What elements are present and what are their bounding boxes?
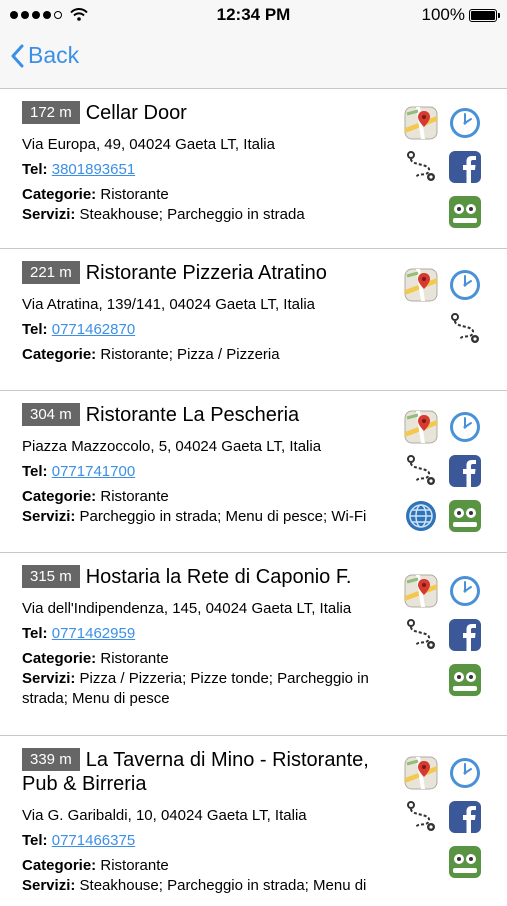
item-phone-row: Tel: 3801893651 <box>22 161 136 178</box>
route-icon[interactable] <box>448 312 482 346</box>
list-item[interactable]: 315 m Hostaria la Rete di Caponio F. Via … <box>0 553 507 736</box>
distance-badge: 315 m <box>22 565 80 588</box>
distance-badge: 172 m <box>22 101 80 124</box>
item-categories: Categorie: Ristorante; Pizza / Pizzeria <box>22 346 280 363</box>
phone-link[interactable]: 0771462959 <box>52 625 135 642</box>
item-title: 315 m Hostaria la Rete di Caponio F. <box>22 565 397 589</box>
phone-link[interactable]: 0771466375 <box>52 832 135 849</box>
clock-icon[interactable] <box>448 106 482 140</box>
clock-icon[interactable] <box>448 574 482 608</box>
tripadvisor-icon[interactable] <box>448 845 482 879</box>
route-icon[interactable] <box>404 800 438 834</box>
item-phone-row: Tel: 0771462870 <box>22 321 136 338</box>
back-button[interactable]: Back <box>10 42 79 69</box>
distance-badge: 304 m <box>22 403 80 426</box>
facebook-icon[interactable] <box>448 800 482 834</box>
list-item[interactable]: 339 m La Taverna di Mino - Ristorante, Pu… <box>0 736 507 906</box>
battery-percent: 100% <box>421 5 465 24</box>
item-phone-row: Tel: 0771466375 <box>22 832 136 849</box>
list-item[interactable]: 172 m Cellar Door Via Europa, 49, 04024 G… <box>0 89 507 249</box>
item-name: Ristorante La Pescheria <box>85 404 300 426</box>
battery-icon <box>469 8 500 22</box>
back-label: Back <box>28 42 80 68</box>
item-name: Ristorante Pizzeria Atratino <box>85 262 327 284</box>
phone-link[interactable]: 3801893651 <box>52 161 135 178</box>
item-address: Via dell'Indipendenza, 145, 04024 Gaeta … <box>22 600 352 617</box>
phone-link[interactable]: 0771462870 <box>52 321 135 338</box>
tripadvisor-icon[interactable] <box>448 663 482 697</box>
item-categories: Categorie: Ristorante <box>22 488 169 505</box>
maps-icon[interactable] <box>404 268 438 302</box>
clock-icon[interactable] <box>448 268 482 302</box>
item-categories: Categorie: Ristorante <box>22 857 169 874</box>
item-name: Cellar Door <box>85 102 187 124</box>
clock-icon[interactable] <box>448 410 482 444</box>
facebook-icon[interactable] <box>448 150 482 184</box>
list-item[interactable]: 304 m Ristorante La Pescheria Piazza Mazz… <box>0 391 507 553</box>
item-title: 304 m Ristorante La Pescheria <box>22 403 397 427</box>
phone-link[interactable]: 0771741700 <box>52 463 135 480</box>
item-address: Via Europa, 49, 04024 Gaeta LT, Italia <box>22 136 275 153</box>
item-title: 221 m Ristorante Pizzeria Atratino <box>22 261 397 285</box>
item-categories: Categorie: Ristorante <box>22 650 169 667</box>
tripadvisor-icon[interactable] <box>448 195 482 229</box>
clock-icon[interactable] <box>448 756 482 790</box>
maps-icon[interactable] <box>404 410 438 444</box>
item-address: Via Atratina, 139/141, 04024 Gaeta LT, I… <box>22 296 315 313</box>
item-services: Servizi: Steakhouse; Parcheggio in strad… <box>22 877 367 894</box>
facebook-icon[interactable] <box>448 454 482 488</box>
globe-icon[interactable] <box>404 499 438 533</box>
item-services: Servizi: Steakhouse; Parcheggio in strad… <box>22 206 305 223</box>
item-title: 339 m La Taverna di Mino - Ristorante, Pu… <box>22 748 397 796</box>
item-categories: Categorie: Ristorante <box>22 186 169 203</box>
item-address: Via G. Garibaldi, 10, 04024 Gaeta LT, It… <box>22 807 307 824</box>
maps-icon[interactable] <box>404 106 438 140</box>
distance-badge: 339 m <box>22 748 80 771</box>
item-title: 172 m Cellar Door <box>22 101 397 125</box>
distance-badge: 221 m <box>22 261 80 284</box>
item-services: Servizi: Parcheggio in strada; Menu di p… <box>22 508 367 525</box>
maps-icon[interactable] <box>404 574 438 608</box>
item-phone-row: Tel: 0771462959 <box>22 625 136 642</box>
item-services: Servizi: Pizza / Pizzeria; Pizze tonde; … <box>22 670 369 707</box>
chevron-left-icon <box>11 44 24 67</box>
route-icon[interactable] <box>404 150 438 184</box>
maps-icon[interactable] <box>404 756 438 790</box>
battery-status: 100% <box>421 5 500 25</box>
facebook-icon[interactable] <box>448 618 482 652</box>
restaurant-list: 172 m Cellar Door Via Europa, 49, 04024 G… <box>0 89 507 906</box>
tripadvisor-icon[interactable] <box>448 499 482 533</box>
item-address: Piazza Mazzoccolo, 5, 04024 Gaeta LT, It… <box>22 438 322 455</box>
route-icon[interactable] <box>404 454 438 488</box>
navigation-bar: Back <box>0 30 507 89</box>
item-phone-row: Tel: 0771741700 <box>22 463 136 480</box>
route-icon[interactable] <box>404 618 438 652</box>
list-item[interactable]: 221 m Ristorante Pizzeria Atratino Via At… <box>0 249 507 391</box>
item-name: Hostaria la Rete di Caponio F. <box>85 566 352 588</box>
status-bar: 12:34 PM 100% <box>0 0 507 30</box>
